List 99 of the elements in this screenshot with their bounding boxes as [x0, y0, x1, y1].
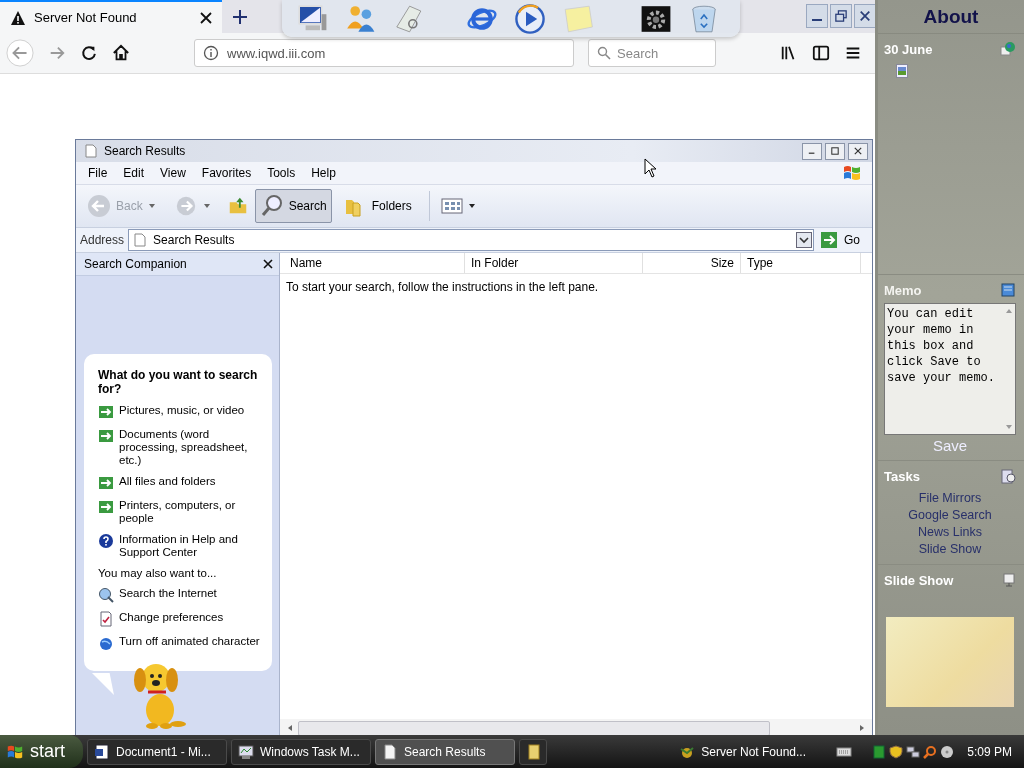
globe-icon: [98, 635, 114, 651]
task-link[interactable]: File Mirrors: [918, 490, 982, 507]
menu-item[interactable]: Favorites: [193, 166, 260, 180]
taskbar-item[interactable]: [519, 738, 547, 765]
search-question: What do you want to search for?: [98, 368, 259, 396]
reload-icon[interactable]: [80, 44, 98, 62]
help-icon: [98, 533, 114, 549]
menu-item[interactable]: File: [80, 166, 116, 180]
close-icon[interactable]: [200, 11, 212, 24]
new-tab-icon[interactable]: [232, 8, 248, 25]
search-option-link[interactable]: Documents (word processing, spreadsheet, etc.): [119, 428, 262, 467]
globe-icon[interactable]: [1000, 41, 1016, 57]
close-icon: [854, 147, 862, 155]
mouse-cursor-icon: [644, 158, 656, 178]
caret-icon: [467, 203, 476, 209]
document-icon: [94, 743, 110, 760]
column-header[interactable]: Name: [280, 253, 465, 273]
maximize-icon: [831, 147, 839, 155]
clipboard-icon[interactable]: [1000, 468, 1016, 484]
date-label: 30 June: [884, 41, 933, 57]
close-button[interactable]: [848, 142, 868, 160]
battery-icon[interactable]: [872, 744, 887, 759]
folders-button[interactable]: Folders: [337, 189, 417, 223]
scroll-right-icon[interactable]: [858, 723, 866, 732]
close-icon: [859, 10, 871, 22]
menu-item[interactable]: Help: [303, 166, 344, 180]
caret-icon: [147, 203, 156, 209]
search-button[interactable]: Search: [254, 189, 332, 223]
notepad-icon[interactable]: [1000, 282, 1016, 298]
taskbar-item[interactable]: Document1 - Mi...: [87, 738, 227, 765]
window-title: Search Results: [104, 144, 187, 158]
start-button[interactable]: start: [0, 735, 83, 768]
document-icon: [84, 144, 98, 158]
restore-icon: [835, 10, 847, 22]
projector-screen-icon[interactable]: [1002, 573, 1016, 587]
windows-flag-icon: [842, 163, 862, 183]
maximize-button[interactable]: [825, 142, 845, 160]
column-header[interactable]: Size: [643, 253, 741, 273]
taskbar-item[interactable]: Search Results: [375, 738, 515, 765]
home-icon[interactable]: [112, 44, 130, 62]
search-option-link[interactable]: Information in Help and Support Center: [119, 533, 262, 559]
document-icon: [133, 233, 148, 247]
minimize-icon: [812, 19, 822, 21]
shield-icon[interactable]: [889, 744, 904, 759]
taskbar-item[interactable]: Windows Task M...: [231, 738, 371, 765]
warning-icon: [10, 9, 26, 26]
forward-icon[interactable]: [48, 44, 66, 62]
info-icon: [203, 45, 219, 61]
views-icon: [440, 198, 463, 214]
task-link[interactable]: News Links: [918, 524, 982, 541]
tasks-title: Tasks: [884, 468, 920, 484]
bubble-tail: [92, 671, 114, 697]
image-icon: [896, 64, 908, 78]
search-icon: [597, 46, 611, 60]
close-icon[interactable]: [263, 259, 273, 269]
magnifier-icon: [98, 587, 114, 603]
slideshow-title: Slide Show: [884, 572, 954, 588]
search-option-link[interactable]: All files and folders: [119, 475, 216, 488]
search-icon[interactable]: [923, 744, 938, 759]
sidebar-icon[interactable]: [812, 44, 830, 62]
more-options-label: You may also want to...: [98, 567, 218, 579]
search-option-link[interactable]: Turn off animated character: [119, 635, 260, 648]
menu-item[interactable]: Edit: [115, 166, 153, 180]
close-button[interactable]: [854, 4, 876, 28]
menu-item[interactable]: View: [152, 166, 194, 180]
instruction-text: To start your search, follow the instructions in the left pane.: [285, 279, 600, 296]
media-player-icon[interactable]: [514, 2, 546, 35]
search-option-link[interactable]: Search the Internet: [119, 587, 217, 600]
address-label: Address: [80, 233, 125, 247]
task-link[interactable]: Google Search: [908, 507, 992, 524]
pane-title: Search Companion: [84, 257, 187, 271]
restore-button[interactable]: [830, 4, 852, 28]
url-field[interactable]: www.iqwd.iii.com: [194, 39, 574, 67]
caret-icon[interactable]: [202, 203, 211, 209]
column-header[interactable]: In Folder: [465, 253, 643, 273]
search-option-link[interactable]: Pictures, music, or video: [119, 404, 245, 417]
column-header[interactable]: Type: [741, 253, 861, 273]
search-option-link[interactable]: Printers, computers, or people: [119, 499, 262, 525]
notebook-icon: [526, 743, 542, 760]
task-link[interactable]: Slide Show: [918, 541, 982, 558]
memo-title: Memo: [884, 282, 922, 298]
search-field[interactable]: Search: [588, 39, 716, 67]
checklist-icon: [98, 611, 114, 627]
tab-title: Server Not Found: [34, 10, 138, 25]
network-icon[interactable]: [906, 744, 921, 759]
document-icon: [382, 743, 398, 760]
clock: 5:09 PM: [967, 744, 1013, 759]
menu-item[interactable]: Tools: [259, 166, 304, 180]
address-field[interactable]: Search Results: [128, 229, 814, 251]
taskbar-item[interactable]: Server Not Found...: [672, 738, 823, 765]
search-icon: [259, 194, 284, 218]
go-button[interactable]: Go: [818, 231, 868, 249]
back-icon[interactable]: [6, 39, 34, 67]
sidebar-title: About: [878, 0, 1024, 34]
minimize-button[interactable]: [806, 4, 828, 28]
scroll-left-icon[interactable]: [286, 723, 294, 732]
browser-tab[interactable]: Server Not Found: [0, 0, 222, 33]
disc-icon[interactable]: [940, 744, 955, 759]
search-option-link[interactable]: Change preferences: [119, 611, 224, 624]
